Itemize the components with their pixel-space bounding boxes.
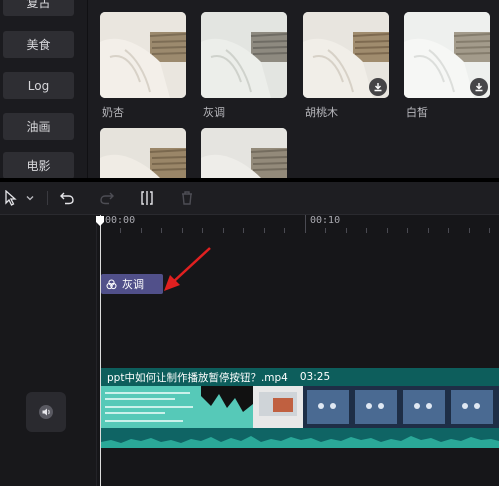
video-editor: 复古 美食 Log 油画 电影 奶杏 灰调 胡桃木 白皙 00:00 00:10… (0, 0, 499, 486)
cursor-arrow-icon (5, 190, 17, 206)
category-oil-painting[interactable]: 油画 (3, 113, 74, 140)
download-icon[interactable] (470, 78, 488, 96)
category-movie[interactable]: 电影 (3, 152, 74, 178)
category-label: 复古 (26, 0, 51, 10)
filter-thumbnail (303, 12, 389, 98)
undo-icon (60, 192, 74, 205)
filter-thumbnail (100, 128, 186, 178)
filter-thumbnail (201, 12, 287, 98)
filter-card-baixi[interactable]: 白皙 (404, 12, 490, 120)
undo-button[interactable] (57, 188, 77, 208)
category-label: Log (27, 78, 50, 93)
cloth-photo (201, 128, 287, 178)
video-thumbnail-strip (101, 386, 499, 428)
select-tool-dropdown[interactable] (22, 188, 38, 208)
cloth-photo (100, 12, 186, 98)
video-clip-duration: 03:25 (299, 371, 331, 383)
category-food[interactable]: 美食 (3, 31, 74, 58)
filter-label: 奶杏 (102, 106, 124, 119)
cloth-photo (100, 128, 186, 178)
redo-button[interactable] (97, 188, 117, 208)
filter-thumbnail (201, 128, 287, 178)
ruler-label: 00:00 (105, 215, 136, 226)
filter-label: 白皙 (406, 106, 428, 119)
trash-icon (182, 191, 192, 205)
time-ruler[interactable]: 00:00 00:10 (97, 215, 499, 233)
filter-thumbnail (404, 12, 490, 98)
category-log[interactable]: Log (3, 72, 74, 99)
track-volume-button[interactable] (26, 392, 66, 432)
split-button[interactable] (137, 188, 157, 208)
filter-label: 灰调 (203, 106, 225, 119)
redo-icon (100, 192, 114, 205)
filter-card[interactable] (100, 128, 186, 178)
category-label: 美食 (26, 38, 51, 52)
video-clip[interactable]: ppt中如何让制作播放暂停按钮？.mp4 03:25 (101, 368, 499, 448)
split-icon (141, 191, 153, 205)
delete-button[interactable] (177, 188, 197, 208)
download-icon[interactable] (369, 78, 387, 96)
video-clip-header: ppt中如何让制作播放暂停按钮？.mp4 03:25 (101, 368, 499, 386)
filter-grid: 奶杏 灰调 胡桃木 白皙 (88, 0, 499, 178)
filter-card[interactable] (201, 128, 287, 178)
track-header-column (0, 215, 97, 486)
speaker-icon (39, 405, 53, 419)
timeline-toolbar (0, 182, 499, 215)
select-tool-button[interactable] (0, 188, 22, 208)
audio-waveform (101, 428, 499, 448)
filter-label: 胡桃木 (305, 106, 338, 119)
cloth-photo (201, 12, 287, 98)
category-label: 电影 (26, 159, 51, 173)
category-label: 油画 (26, 120, 51, 134)
filter-card-hutaomu[interactable]: 胡桃木 (303, 12, 389, 120)
filter-card-huidiao[interactable]: 灰调 (201, 12, 287, 120)
filter-clip[interactable]: 灰调 (101, 274, 163, 294)
annotation-arrow (164, 247, 211, 291)
filter-card-naixing[interactable]: 奶杏 (100, 12, 186, 120)
filter-panel: 复古 美食 Log 油画 电影 奶杏 灰调 胡桃木 白皙 (0, 0, 499, 178)
filter-category-list: 复古 美食 Log 油画 电影 (0, 0, 88, 178)
category-retro[interactable]: 复古 (3, 0, 74, 16)
toolbar-separator (47, 191, 48, 205)
filter-clip-label: 灰调 (122, 278, 144, 291)
video-clip-name: ppt中如何让制作播放暂停按钮？.mp4 (107, 371, 288, 384)
filter-thumbnail (100, 12, 186, 98)
ruler-label: 00:10 (310, 215, 341, 226)
playhead-handle[interactable] (95, 215, 105, 227)
timeline-area: 00:00 00:10 灰调 ppt中如何让制作播放暂停按钮？.mp4 03:2… (0, 215, 499, 486)
chevron-down-icon (26, 196, 34, 201)
playhead-line (100, 215, 101, 486)
filter-icon (106, 279, 117, 289)
